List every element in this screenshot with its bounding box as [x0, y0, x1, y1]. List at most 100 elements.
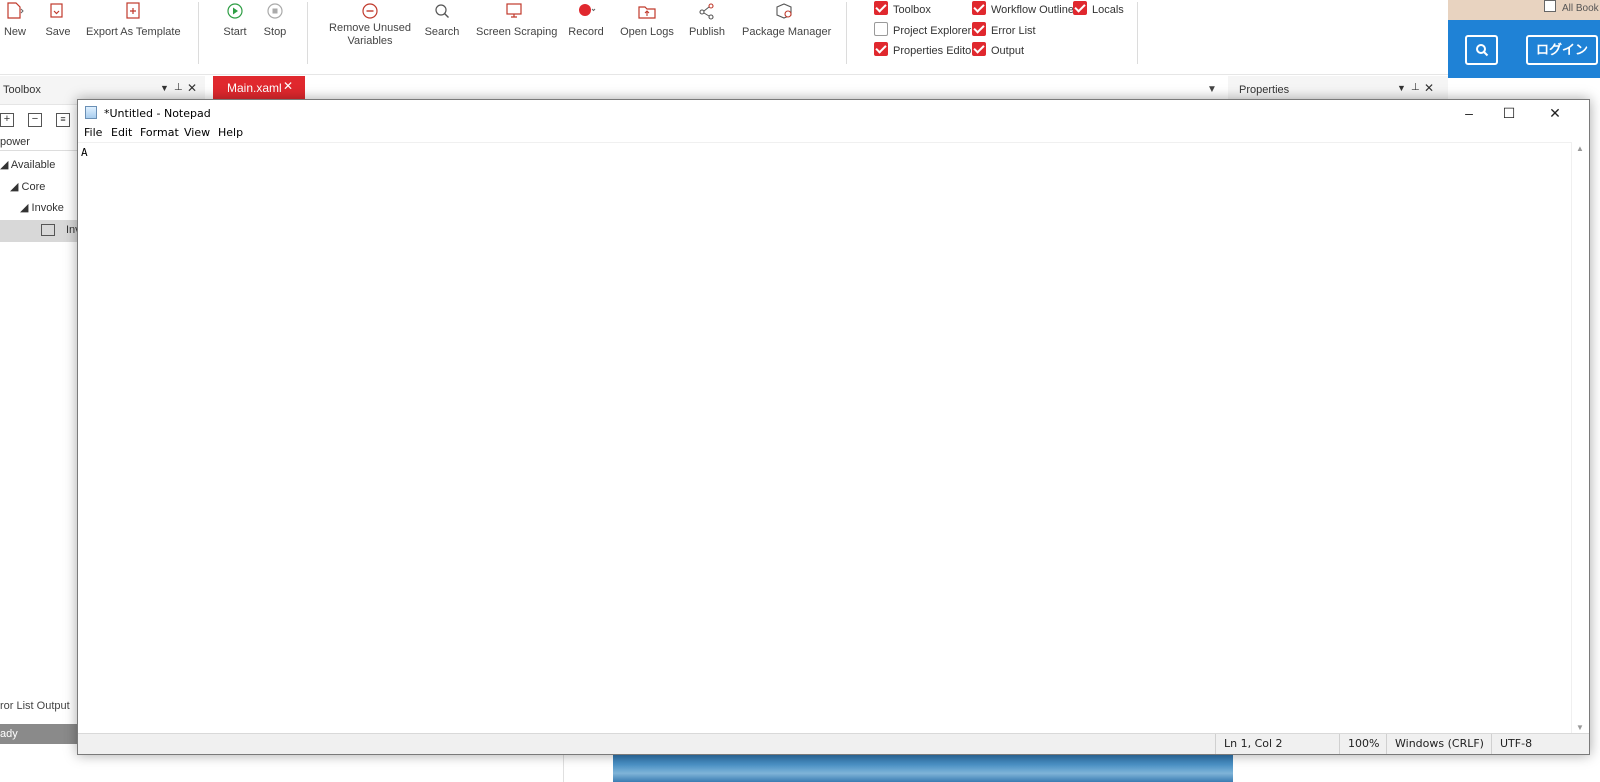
toolbox-toolbar: + − ≡ [0, 110, 78, 130]
stop-label: Stop [263, 26, 287, 38]
publish-button[interactable]: Publish [688, 0, 726, 72]
checkbox-checked-icon [1073, 1, 1087, 15]
properties-panel-title: Properties [1239, 84, 1290, 96]
screen-scraping-label: Screen Scraping [476, 26, 558, 38]
menu-file[interactable]: File [84, 126, 102, 139]
tree-node-label: Invoke [31, 202, 64, 214]
collapse-all-icon[interactable]: − [28, 113, 42, 127]
screen-scraping-icon [506, 3, 522, 18]
toolbox-checkbox-label: Toolbox [893, 4, 931, 16]
record-button[interactable]: Record [567, 0, 605, 72]
toolbox-checkbox[interactable]: Toolbox [874, 1, 931, 17]
close-icon[interactable]: ✕ [1424, 81, 1434, 95]
scroll-down-icon[interactable]: ▼ [1576, 723, 1584, 732]
save-icon [50, 3, 63, 18]
open-logs-button[interactable]: Open Logs [620, 0, 674, 72]
notepad-title-bar[interactable]: *Untitled - Notepad – ☐ ✕ [78, 100, 1589, 126]
maximize-icon[interactable]: ☐ [1489, 100, 1529, 126]
login-button[interactable]: ログイン [1526, 35, 1598, 65]
properties-editor-checkbox-label: Properties Editor [893, 45, 975, 57]
open-logs-label: Open Logs [620, 26, 674, 38]
expand-all-icon[interactable]: + [0, 113, 14, 127]
output-checkbox[interactable]: Output [972, 42, 1024, 58]
toolbox-panel-title: Toolbox [3, 84, 41, 96]
web-search-button[interactable] [1465, 35, 1498, 65]
start-button[interactable]: Start [220, 0, 250, 72]
export-as-template-button[interactable]: Export As Template [86, 0, 181, 72]
web-divider [563, 752, 564, 782]
record-icon [579, 4, 596, 16]
tree-node-core[interactable]: ◢ Core [10, 180, 45, 193]
line-ending: Windows (CRLF) [1386, 734, 1491, 754]
tree-node-selected[interactable]: Inv [0, 220, 81, 242]
pin-icon[interactable]: ⊥ [1411, 82, 1420, 93]
expand-arrow-icon: ◢ [10, 181, 22, 193]
checkbox-checked-icon [874, 42, 888, 56]
locals-checkbox-label: Locals [1092, 4, 1124, 16]
encoding: UTF-8 [1491, 734, 1589, 754]
close-icon[interactable]: ✕ [283, 79, 293, 93]
expand-arrow-icon: ◢ [0, 159, 11, 171]
list-view-icon[interactable]: ≡ [56, 113, 70, 127]
play-icon [227, 3, 243, 19]
tab-list-dropdown-icon[interactable]: ▼ [1207, 84, 1217, 95]
new-button[interactable]: New [0, 0, 30, 72]
error-list-checkbox[interactable]: Error List [972, 22, 1036, 38]
checkbox-unchecked-icon [874, 22, 888, 36]
notepad-content: A [81, 146, 88, 159]
notepad-menu-bar: File Edit Format View Help [78, 126, 1589, 142]
checkbox-checked-icon [972, 42, 986, 56]
studio-status-bar: ady [0, 724, 78, 744]
tree-node-invoke[interactable]: ◢ Invoke [20, 201, 64, 214]
screen-scraping-button[interactable]: Screen Scraping [476, 0, 558, 72]
all-books-link[interactable]: All Book [1544, 0, 1599, 14]
minimize-icon[interactable]: – [1449, 100, 1489, 126]
ribbon-separator [307, 2, 308, 64]
save-label: Save [45, 26, 71, 38]
stop-button[interactable]: Stop [260, 0, 290, 72]
notepad-status-bar: Ln 1, Col 2 100% Windows (CRLF) UTF-8 [78, 733, 1589, 754]
close-icon[interactable]: ✕ [187, 81, 197, 95]
workflow-outline-checkbox-label: Workflow Outline [991, 4, 1074, 16]
publish-label: Publish [688, 26, 726, 38]
menu-edit[interactable]: Edit [111, 126, 132, 139]
checkbox-checked-icon [972, 22, 986, 36]
publish-icon [699, 3, 714, 20]
menu-view[interactable]: View [184, 126, 210, 139]
start-label: Start [223, 26, 247, 38]
project-explorer-checkbox[interactable]: Project Explorer [874, 22, 971, 38]
search-icon [435, 4, 449, 18]
open-logs-icon [638, 6, 656, 19]
tab-main-xaml[interactable]: Main.xaml ✕ [213, 76, 305, 100]
toolbox-search-input[interactable]: power [0, 136, 30, 148]
panel-dropdown-icon[interactable]: ▼ [1397, 83, 1406, 93]
workflow-outline-checkbox[interactable]: Workflow Outline [972, 1, 1074, 17]
project-explorer-checkbox-label: Project Explorer [893, 25, 972, 37]
notepad-app-icon [85, 106, 97, 119]
notepad-text-area[interactable]: A [78, 142, 1572, 734]
notepad-title: *Untitled - Notepad [104, 107, 211, 120]
remove-unused-variables-label: Remove Unused Variables [329, 22, 411, 47]
close-icon[interactable]: ✕ [1535, 100, 1575, 126]
stop-icon [267, 3, 283, 19]
divider [0, 150, 78, 151]
search-button[interactable]: Search [424, 0, 460, 72]
bottom-panel-tabs[interactable]: ror List Output [0, 700, 78, 718]
remove-unused-variables-button[interactable]: Remove Unused Variables [328, 0, 412, 72]
activity-icon [41, 224, 55, 236]
scroll-up-icon[interactable]: ▲ [1576, 144, 1584, 153]
tree-node-available[interactable]: ◢ Available [0, 158, 55, 171]
pin-icon[interactable]: ⊥ [174, 82, 183, 93]
studio-ribbon: New Save Export As Template Start Stop R… [0, 0, 1448, 75]
error-list-checkbox-label: Error List [991, 25, 1036, 37]
save-button[interactable]: Save [42, 0, 74, 72]
panel-dropdown-icon[interactable]: ▼ [160, 83, 169, 93]
properties-editor-checkbox[interactable]: Properties Editor [874, 42, 975, 58]
locals-checkbox[interactable]: Locals [1073, 1, 1124, 17]
vertical-scrollbar[interactable]: ▲ ▼ [1571, 142, 1589, 734]
checkbox-checked-icon [874, 1, 888, 15]
package-manager-button[interactable]: Package Manager [742, 0, 831, 72]
menu-help[interactable]: Help [218, 126, 243, 139]
menu-format[interactable]: Format [140, 126, 179, 139]
all-books-label: All Book [1562, 3, 1599, 14]
